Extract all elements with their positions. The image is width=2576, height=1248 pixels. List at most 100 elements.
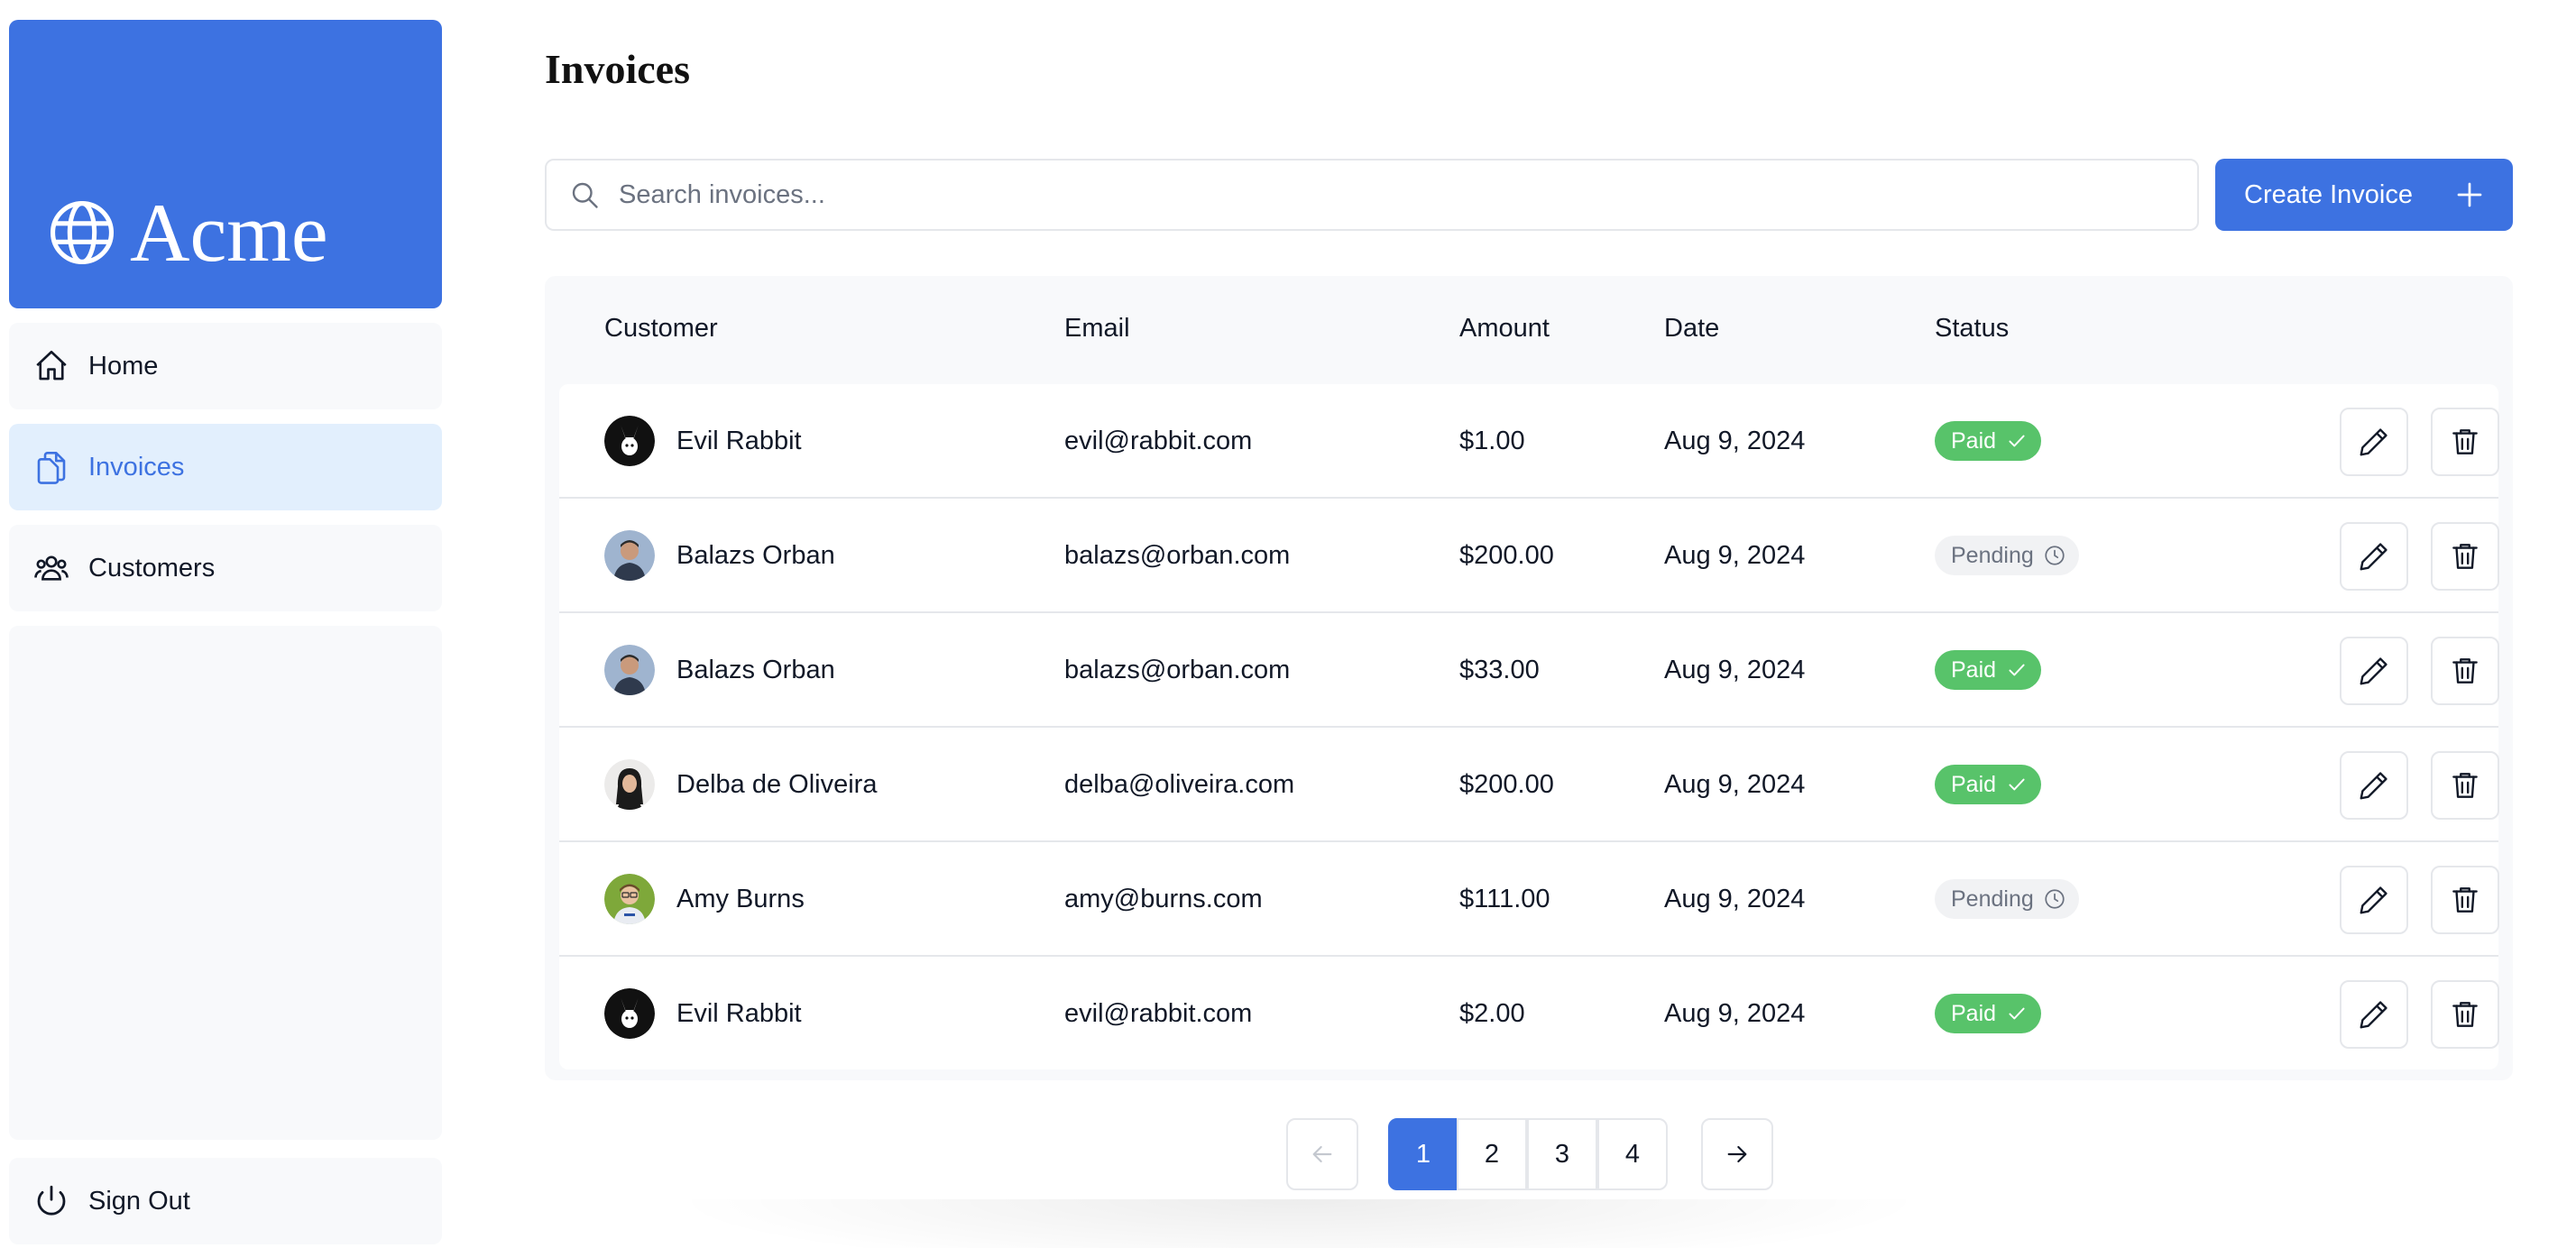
document-duplicate-icon: [37, 451, 66, 484]
next-page-button[interactable]: [1701, 1118, 1773, 1190]
pencil-icon: [2360, 543, 2387, 571]
edit-invoice-button[interactable]: [2340, 866, 2408, 934]
sidebar-item-invoices[interactable]: Invoices: [9, 424, 442, 510]
users-icon: [34, 555, 69, 581]
globe-icon: [50, 200, 115, 265]
app: Acme Home Invoices Customers Sign Out In…: [0, 0, 2576, 1248]
delete-invoice-button[interactable]: [2431, 980, 2499, 1049]
sidebar: Acme Home Invoices Customers Sign Out: [9, 20, 442, 1248]
amount-cell: $33.00: [1459, 655, 1540, 684]
amount-cell: $200.00: [1459, 540, 1554, 570]
status-badge: Paid: [1935, 421, 2042, 461]
customer-cell: Evil Rabbit: [604, 384, 802, 498]
amount-cell: $200.00: [1459, 769, 1554, 799]
trash-icon: [2452, 773, 2478, 798]
trash-icon: [2452, 544, 2478, 569]
check-icon: [2009, 435, 2025, 447]
table-row: Balazs Orban balazs@orban.com $33.00 Aug 9,…: [559, 613, 2499, 728]
edit-invoice-button[interactable]: [2340, 637, 2408, 705]
edit-invoice-button[interactable]: [2340, 751, 2408, 820]
status-label: Paid: [1951, 427, 1997, 454]
column-header-amount: Amount: [1459, 314, 1550, 343]
pencil-icon: [2360, 772, 2387, 800]
customer-avatar: [604, 645, 655, 695]
status-badge: Pending: [1935, 536, 2079, 575]
search-field[interactable]: [545, 159, 2199, 231]
column-header-status: Status: [1935, 314, 2010, 343]
delete-invoice-button[interactable]: [2431, 522, 2499, 591]
clock-icon: [2045, 889, 2065, 909]
delete-invoice-button[interactable]: [2431, 751, 2499, 820]
home-icon: [36, 350, 67, 381]
logo-panel[interactable]: Acme: [9, 20, 442, 308]
edit-invoice-button[interactable]: [2340, 408, 2408, 476]
customer-avatar: [604, 759, 655, 810]
sidebar-item-home[interactable]: Home: [9, 323, 442, 409]
clock-icon: [2045, 546, 2065, 565]
date-cell: Aug 9, 2024: [1664, 884, 1806, 913]
status-cell: Paid: [1935, 384, 2042, 498]
customer-name: Amy Burns: [676, 884, 805, 913]
plus-icon: [2457, 182, 2482, 207]
customer-name: Balazs Orban: [676, 540, 835, 570]
date-cell: Aug 9, 2024: [1664, 655, 1806, 684]
page-4-button[interactable]: 4: [1597, 1118, 1668, 1190]
status-cell: Paid: [1935, 728, 2042, 841]
table-body: Evil Rabbit evil@rabbit.com $1.00 Aug 9, 20…: [559, 384, 2499, 1071]
trash-icon: [2452, 1002, 2478, 1027]
customer-avatar: [604, 530, 655, 581]
edit-invoice-button[interactable]: [2340, 980, 2408, 1049]
column-header-email: Email: [1064, 314, 1130, 343]
sidebar-item-label: Customers: [88, 553, 216, 583]
pencil-icon: [2360, 1001, 2387, 1029]
status-badge: Paid: [1935, 650, 2042, 690]
page-1-button[interactable]: 1: [1388, 1118, 1458, 1190]
email-cell: balazs@orban.com: [1064, 655, 1291, 684]
status-badge: Paid: [1935, 765, 2042, 804]
acme-logo: Acme: [45, 191, 328, 274]
column-header-customer: Customer: [604, 314, 718, 343]
check-icon: [2009, 778, 2025, 791]
previous-page-button[interactable]: [1286, 1118, 1358, 1190]
table-row: Evil Rabbit evil@rabbit.com $1.00 Aug 9, 20…: [559, 384, 2499, 499]
page-3-button[interactable]: 3: [1527, 1118, 1597, 1190]
status-label: Pending: [1951, 542, 2034, 568]
email-cell: evil@rabbit.com: [1064, 426, 1253, 455]
amount-cell: $2.00: [1459, 998, 1525, 1028]
pencil-icon: [2360, 428, 2387, 456]
customer-name: Balazs Orban: [676, 655, 835, 684]
table-row: Evil Rabbit evil@rabbit.com $2.00 Aug 9, 20…: [559, 957, 2499, 1071]
table-row: Amy Burns amy@burns.com $111.00 Aug 9, 2024…: [559, 842, 2499, 957]
brand-name: Acme: [130, 187, 328, 279]
date-cell: Aug 9, 2024: [1664, 998, 1806, 1028]
status-label: Pending: [1951, 886, 2034, 912]
delete-invoice-button[interactable]: [2431, 408, 2499, 476]
customer-cell: Balazs Orban: [604, 613, 835, 727]
check-icon: [2009, 664, 2025, 676]
sidebar-item-customers[interactable]: Customers: [9, 525, 442, 611]
sidebar-item-label: Home: [88, 351, 159, 381]
delete-invoice-button[interactable]: [2431, 866, 2499, 934]
search-input[interactable]: [619, 179, 2152, 210]
trash-icon: [2452, 887, 2478, 913]
customer-cell: Amy Burns: [604, 842, 805, 956]
amount-cell: $111.00: [1459, 884, 1550, 913]
pencil-icon: [2360, 657, 2387, 685]
date-cell: Aug 9, 2024: [1664, 426, 1806, 455]
sidebar-item-label: Invoices: [88, 452, 185, 482]
table-row: Delba de Oliveira delba@oliveira.com $200.…: [559, 728, 2499, 842]
edit-invoice-button[interactable]: [2340, 522, 2408, 591]
email-cell: amy@burns.com: [1064, 884, 1263, 913]
delete-invoice-button[interactable]: [2431, 637, 2499, 705]
check-icon: [2009, 1007, 2025, 1020]
date-cell: Aug 9, 2024: [1664, 540, 1806, 570]
email-cell: balazs@orban.com: [1064, 540, 1291, 570]
sign-out-label: Sign Out: [88, 1186, 190, 1216]
pencil-icon: [2360, 886, 2387, 914]
create-invoice-button[interactable]: Create Invoice: [2215, 159, 2513, 231]
status-cell: Paid: [1935, 957, 2042, 1070]
sign-out-button[interactable]: Sign Out: [9, 1158, 442, 1244]
bottom-shadow: [667, 1199, 1930, 1248]
page-2-button[interactable]: 2: [1457, 1118, 1527, 1190]
customer-cell: Evil Rabbit: [604, 957, 802, 1070]
